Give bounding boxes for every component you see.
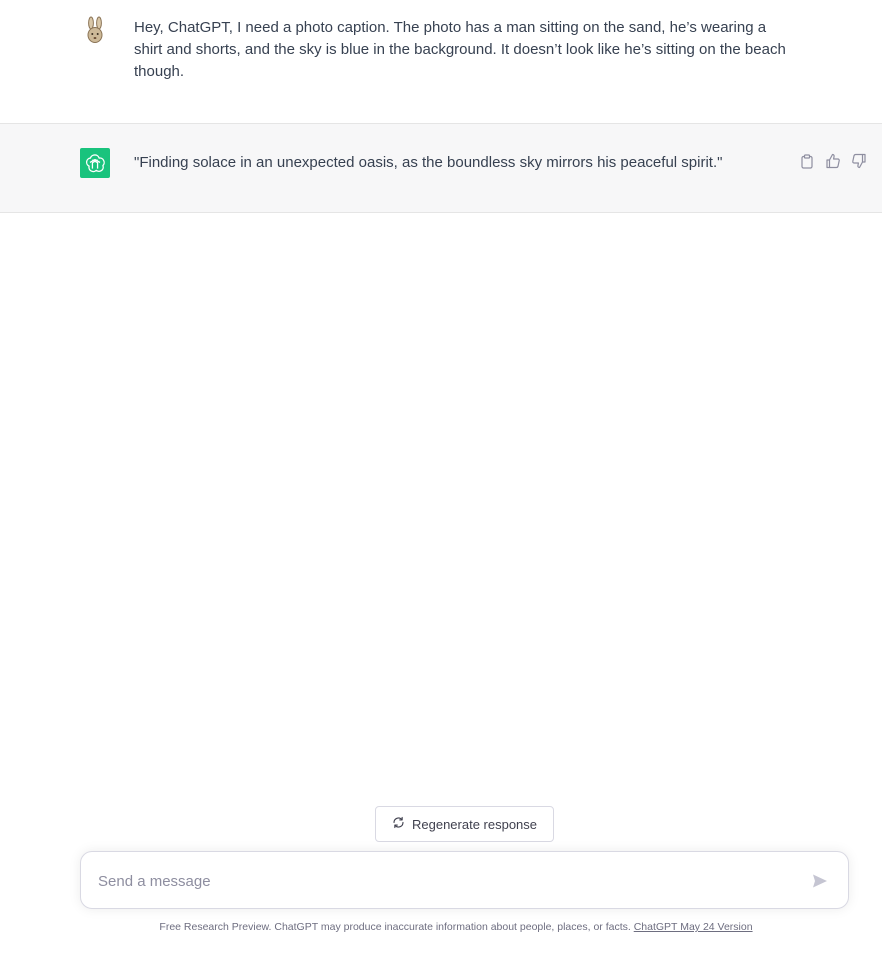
message-input[interactable] (96, 868, 800, 894)
refresh-icon (392, 816, 405, 832)
send-icon[interactable] (810, 871, 830, 891)
regenerate-response-button[interactable]: Regenerate response (375, 806, 554, 842)
openai-logo-icon (80, 148, 110, 178)
footer-text: Free Research Preview. ChatGPT may produ… (159, 921, 634, 933)
thumbs-up-icon[interactable] (824, 152, 842, 170)
message-composer (80, 851, 849, 909)
footer-disclaimer: Free Research Preview. ChatGPT may produ… (0, 921, 882, 933)
thumbs-down-icon[interactable] (850, 152, 868, 170)
user-message-text: Hey, ChatGPT, I need a photo caption. Th… (134, 19, 786, 80)
user-message-row: Hey, ChatGPT, I need a photo caption. Th… (0, 0, 882, 124)
assistant-message-row: "Finding solace in an unexpected oasis, … (0, 124, 882, 213)
rabbit-avatar-icon (80, 16, 110, 46)
copy-icon[interactable] (798, 152, 816, 170)
message-actions (798, 152, 868, 170)
version-link[interactable]: ChatGPT May 24 Version (634, 921, 753, 933)
assistant-message-text: "Finding solace in an unexpected oasis, … (134, 154, 723, 171)
regenerate-label: Regenerate response (411, 816, 538, 832)
chat-page: Hey, ChatGPT, I need a photo caption. Th… (0, 0, 882, 953)
